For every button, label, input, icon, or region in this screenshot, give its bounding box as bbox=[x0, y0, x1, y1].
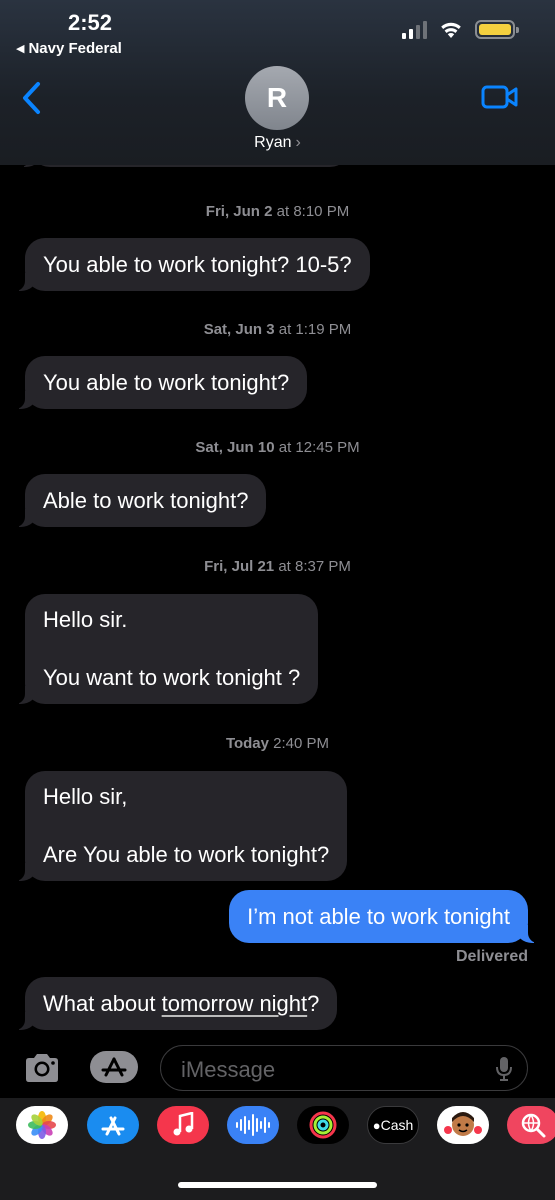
message-timestamp: Sat, Jun 3 at 1:19 PM bbox=[203, 321, 352, 338]
memoji-icon[interactable] bbox=[437, 1106, 489, 1144]
message-timestamp: Fri, Jun 2 at 8:10 PM bbox=[205, 203, 350, 220]
message-input-bar: iMessage bbox=[0, 1036, 555, 1098]
message-text: Are You able to work tonight? bbox=[43, 842, 330, 867]
message-timestamp: Today 2:40 PM bbox=[225, 735, 330, 752]
message-text: I’m not able to work tonight bbox=[247, 904, 510, 929]
message-text: ? bbox=[307, 991, 320, 1016]
message-text: Hello sir. bbox=[43, 607, 128, 632]
status-time: 2:52 bbox=[68, 10, 113, 35]
message-text: You able to work tonight? 10-5? bbox=[43, 252, 352, 277]
contact-name: Ryan bbox=[254, 134, 292, 151]
apple-logo-icon: ● bbox=[372, 1118, 381, 1133]
delivered-status: Delivered bbox=[455, 948, 528, 965]
app-store-icon[interactable] bbox=[87, 1106, 139, 1144]
message-text: You able to work tonight? bbox=[43, 370, 290, 395]
back-to-app-link[interactable]: ◀ Navy Federal bbox=[16, 40, 122, 57]
back-app-label: Navy Federal bbox=[28, 40, 122, 57]
received-message-bubble[interactable]: Hello sir. You want to work tonight ? bbox=[13, 594, 319, 704]
music-icon[interactable] bbox=[157, 1106, 209, 1144]
chevron-right-icon: › bbox=[295, 134, 301, 151]
back-triangle-icon: ◀ bbox=[16, 43, 25, 55]
sent-message-bubble[interactable]: I’m not able to work tonight bbox=[229, 890, 539, 943]
web-search-icon[interactable] bbox=[507, 1106, 555, 1144]
photos-icon[interactable] bbox=[16, 1106, 68, 1144]
received-message-bubble[interactable]: You able to work tonight? bbox=[13, 356, 308, 409]
message-timestamp: Sat, Jun 10 at 12:45 PM bbox=[195, 439, 360, 456]
conversation-header: 2:52 ◀ Navy Federal R Ryan › bbox=[0, 0, 555, 165]
facetime-video-icon[interactable] bbox=[481, 82, 519, 112]
imessage-app-drawer: ●Cash bbox=[0, 1098, 555, 1200]
avatar-initial: R bbox=[266, 82, 288, 113]
message-text: What about bbox=[43, 991, 162, 1016]
wifi-icon bbox=[441, 22, 461, 38]
imessage-text-field[interactable]: iMessage bbox=[160, 1045, 528, 1091]
audio-message-icon[interactable] bbox=[227, 1106, 279, 1144]
home-indicator[interactable] bbox=[178, 1182, 377, 1188]
message-timestamp: Fri, Jul 21 at 8:37 PM bbox=[204, 558, 351, 575]
message-text: You want to work tonight ? bbox=[43, 665, 301, 690]
date-detected-link[interactable]: tomorrow night bbox=[162, 991, 308, 1016]
received-message-bubble[interactable]: Hello sir, Are You able to work tonight? bbox=[13, 771, 348, 881]
contact-name-button[interactable]: Ryan › bbox=[0, 134, 555, 152]
imessage-placeholder: iMessage bbox=[181, 1057, 276, 1082]
contact-avatar[interactable]: R bbox=[245, 66, 309, 130]
apple-cash-icon[interactable]: ●Cash bbox=[367, 1106, 419, 1144]
back-chevron-icon[interactable] bbox=[18, 80, 48, 116]
received-message-bubble[interactable]: Able to work tonight? bbox=[13, 474, 267, 527]
status-indicators bbox=[402, 20, 519, 39]
apple-cash-label: ●Cash bbox=[372, 1117, 414, 1133]
received-message-bubble[interactable]: What about tomorrow night? bbox=[13, 977, 338, 1030]
microphone-icon[interactable] bbox=[495, 1056, 513, 1082]
received-message-bubble[interactable]: You able to work tonight? 10-5? bbox=[14, 238, 370, 291]
fitness-icon[interactable] bbox=[297, 1106, 349, 1144]
cellular-signal-icon bbox=[402, 20, 427, 39]
camera-icon[interactable] bbox=[22, 1052, 62, 1084]
battery-icon bbox=[475, 20, 519, 39]
message-text: Hello sir, bbox=[43, 784, 128, 809]
message-text: Able to work tonight? bbox=[43, 488, 249, 513]
app-store-apps-icon[interactable] bbox=[89, 1050, 139, 1084]
